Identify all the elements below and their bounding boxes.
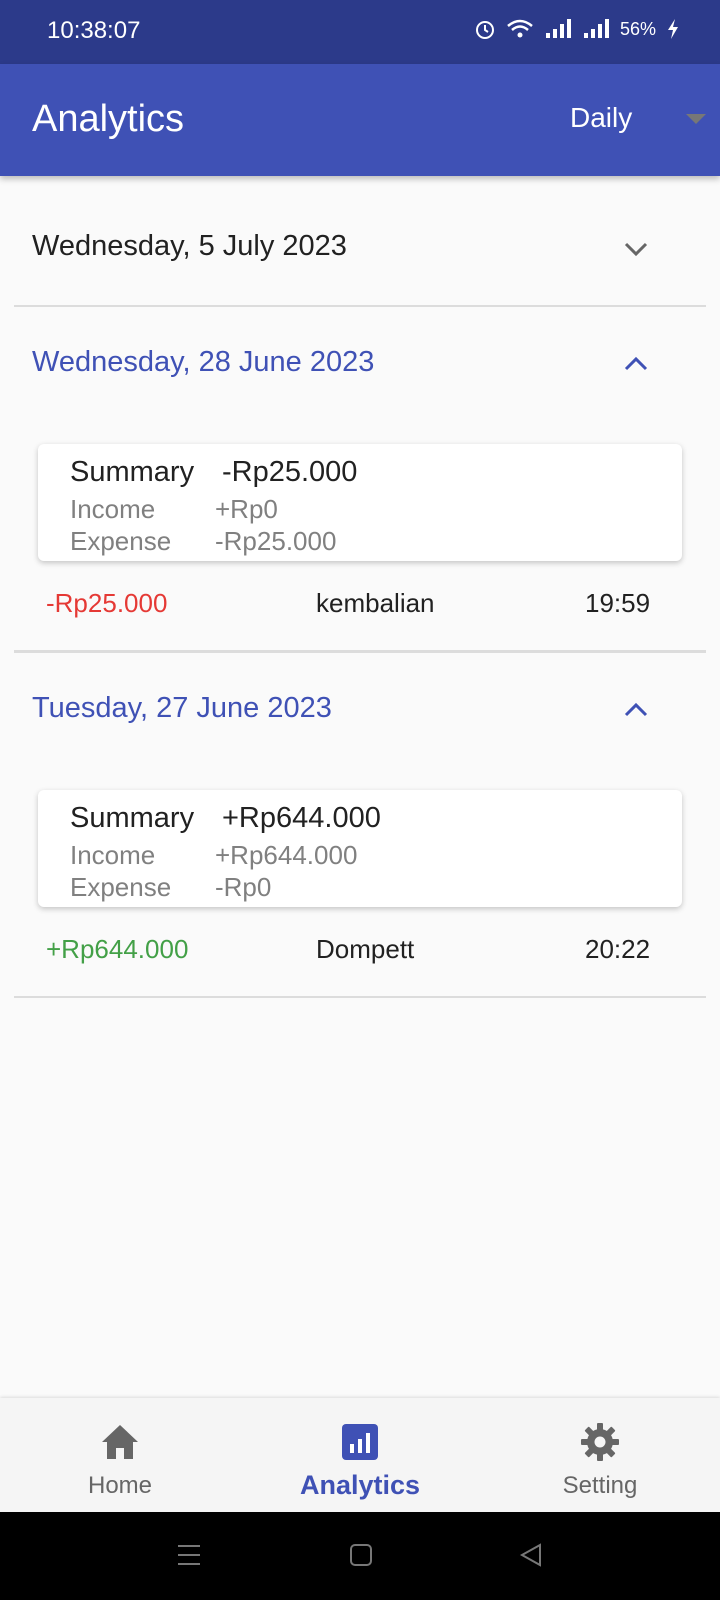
- period-select[interactable]: Daily: [570, 102, 632, 134]
- expense-label: Expense: [70, 872, 172, 902]
- expense-value: -Rp25.000: [215, 526, 337, 556]
- dropdown-arrow-icon[interactable]: [686, 114, 706, 124]
- menu-icon[interactable]: [176, 1542, 202, 1568]
- signal-icon: [545, 19, 571, 38]
- summary-label: Summary: [70, 802, 195, 834]
- home-icon: [102, 1425, 138, 1459]
- app-bar: Analytics Daily: [0, 64, 720, 176]
- transaction-time: 19:59: [585, 588, 651, 618]
- gear-icon: [581, 1423, 619, 1461]
- income-label: Income: [70, 840, 156, 870]
- page-title: Analytics: [32, 98, 185, 140]
- divider: [14, 305, 706, 307]
- bottom-nav: Home Analytics Setting: [0, 1398, 720, 1512]
- expense-label: Expense: [70, 526, 172, 556]
- analytics-icon: [342, 1424, 378, 1460]
- income-label: Income: [70, 494, 156, 524]
- nav-home[interactable]: Home: [0, 1398, 240, 1512]
- income-value: +Rp644.000: [215, 840, 358, 870]
- day-header[interactable]: Tuesday, 27 June 2023: [32, 692, 332, 725]
- chevron-down-icon[interactable]: [622, 235, 650, 263]
- battery-level: 56%: [619, 18, 656, 39]
- summary-value: -Rp25.000: [222, 456, 358, 488]
- expense-value: -Rp0: [215, 872, 272, 902]
- nav-setting[interactable]: Setting: [480, 1398, 720, 1512]
- nav-analytics[interactable]: Analytics: [240, 1398, 480, 1512]
- transaction-amount: -Rp25.000: [46, 588, 168, 618]
- nav-label: Analytics: [299, 1470, 421, 1500]
- transaction-name: Dompett: [316, 934, 415, 964]
- income-value: +Rp0: [215, 494, 278, 524]
- alarm-icon: [475, 21, 494, 39]
- status-bar: 10:38:07 56%: [0, 0, 720, 64]
- summary-card: Summary +Rp644.000 Income +Rp644.000 Exp…: [38, 790, 682, 907]
- summary-value: +Rp644.000: [222, 802, 381, 834]
- status-icons: 56%: [474, 18, 680, 40]
- system-nav-bar: [0, 1512, 720, 1600]
- transaction-time: 20:22: [585, 934, 651, 964]
- day-header[interactable]: Wednesday, 5 July 2023: [32, 230, 347, 263]
- divider: [14, 996, 706, 998]
- nav-label: Setting: [562, 1472, 638, 1499]
- signal-icon-2: [583, 19, 609, 38]
- day-header[interactable]: Wednesday, 28 June 2023: [32, 346, 374, 379]
- chevron-up-icon[interactable]: [622, 350, 650, 378]
- transaction-amount: +Rp644.000: [46, 934, 189, 964]
- transaction-name: kembalian: [316, 588, 435, 618]
- wifi-icon: [507, 19, 533, 38]
- summary-card: Summary -Rp25.000 Income +Rp0 Expense -R…: [38, 444, 682, 561]
- chevron-up-icon[interactable]: [622, 696, 650, 724]
- home-button-icon[interactable]: [348, 1542, 374, 1568]
- nav-label: Home: [87, 1472, 153, 1499]
- summary-label: Summary: [70, 456, 195, 488]
- charging-icon: [668, 19, 678, 39]
- back-icon[interactable]: [518, 1542, 544, 1568]
- divider: [14, 650, 706, 653]
- status-time: 10:38:07: [47, 17, 141, 44]
